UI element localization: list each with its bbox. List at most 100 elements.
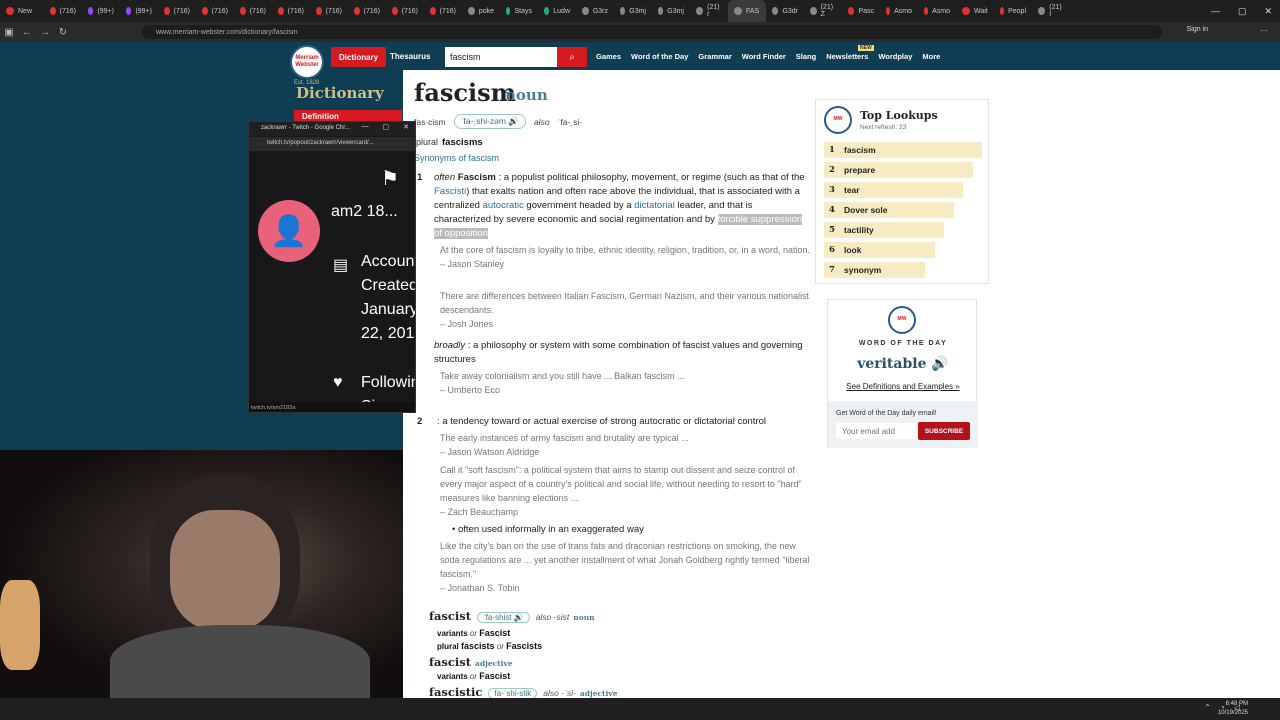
user-icon: 👤 — [270, 214, 308, 248]
browser-tab-label: (716) — [439, 7, 456, 15]
browser-tab[interactable]: Ludw — [538, 0, 576, 22]
browser-tab[interactable]: G3mj — [652, 0, 690, 22]
mw-logo[interactable]: Merriam Webster — [290, 45, 324, 79]
example-text: There are differences between Italian Fa… — [440, 291, 810, 315]
favicon-icon — [810, 7, 817, 15]
link-fascisti[interactable]: Fascisti — [434, 186, 466, 197]
search-button[interactable]: ⌕ — [557, 47, 587, 67]
extensions-icon[interactable]: ⋯ — [1260, 26, 1268, 35]
nav-slang[interactable]: Slang — [796, 52, 816, 61]
top-lookup-item[interactable]: 6 look — [824, 242, 935, 258]
browser-tab[interactable]: Asmo — [880, 0, 918, 22]
browser-tab-label: (21) r — [707, 4, 720, 18]
top-lookup-item[interactable]: 1 fascism — [824, 142, 982, 158]
browser-tab-label: (716) — [249, 7, 266, 15]
avatar[interactable]: 👤 — [258, 200, 320, 262]
url-field[interactable]: www.merriam-webster.com/dictionary/fasci… — [142, 25, 1162, 39]
link-dictatorial[interactable]: dictatorial — [634, 200, 675, 211]
search-input[interactable] — [445, 47, 557, 67]
close-icon[interactable]: ✕ — [1264, 6, 1272, 17]
browser-tab[interactable]: (716) — [386, 0, 424, 22]
minimize-icon[interactable]: — — [362, 123, 369, 131]
popout-url[interactable]: twitch.tv/popout/zackrawrr/viewercard/..… — [249, 137, 415, 151]
nav-dictionary[interactable]: Dictionary — [331, 47, 387, 67]
browser-tab[interactable]: G3dr — [766, 0, 804, 22]
browser-tab[interactable]: Asmo — [918, 0, 956, 22]
variants-row: variants or Fascist — [437, 628, 510, 638]
report-flag-icon[interactable]: ⚑ — [381, 166, 399, 191]
nav-games[interactable]: Games — [596, 52, 621, 61]
pronunciation-button[interactable]: ˈfa-shist 🔊 — [477, 612, 530, 623]
minimize-icon[interactable]: — — [1211, 6, 1220, 16]
tabs-menu-icon[interactable]: ▣ — [0, 27, 18, 38]
favicon-icon — [1038, 7, 1046, 15]
maximize-icon[interactable]: ▢ — [1238, 6, 1247, 17]
wotd-link[interactable]: See Definitions and Examples » — [828, 382, 978, 391]
pronunciation-button[interactable]: fa-ˈshi-stik — [488, 688, 538, 698]
browser-tab[interactable]: (716) — [44, 0, 82, 22]
browser-tab[interactable]: (21) Z — [804, 0, 842, 22]
top-lookup-item[interactable]: 7 synonym — [824, 262, 925, 278]
username[interactable]: am2 18... — [331, 200, 415, 224]
wotd-word[interactable]: veritable 🔊 — [828, 356, 978, 372]
browser-tab[interactable]: (21) r — [690, 0, 728, 22]
variants-row: variants or Fascist — [437, 671, 510, 681]
browser-tab[interactable]: Stays — [500, 0, 538, 22]
twitch-popout-window: zackrawrr - Twitch - Google Chr... — ▢ ✕… — [248, 121, 416, 413]
browser-tab[interactable]: (716) — [424, 0, 462, 22]
forward-icon[interactable]: → — [36, 27, 54, 38]
pronunciation-button[interactable]: ˈfa-ˌshi-zəm 🔊 — [453, 114, 526, 129]
top-lookup-item[interactable]: 3 tear — [824, 182, 963, 198]
or-label: or — [469, 672, 478, 681]
new-badge: NEW — [858, 45, 874, 51]
synonyms-link[interactable]: Synonyms of fascism — [414, 153, 499, 163]
sense-number: 2 — [417, 416, 423, 427]
browser-tab[interactable]: (716) — [348, 0, 386, 22]
browser-tab[interactable]: (716) — [234, 0, 272, 22]
top-lookup-item[interactable]: 4 Dover sole — [824, 202, 954, 218]
browser-tab[interactable]: (99+) — [82, 0, 120, 22]
browser-tab[interactable]: FAS — [728, 0, 766, 22]
close-icon[interactable]: ✕ — [403, 123, 409, 131]
taskbar: ⌃ ◔ ◁ 6:48 PM 10/19/2025 — [0, 698, 1280, 720]
subscribe-button[interactable]: SUBSCRIBE — [918, 422, 970, 440]
back-icon[interactable]: ← — [18, 27, 36, 38]
browser-tab[interactable]: New — [0, 0, 44, 22]
search-icon: ⌕ — [569, 51, 575, 63]
browser-tab[interactable]: (716) — [196, 0, 234, 22]
browser-tab[interactable]: Peopl — [994, 0, 1032, 22]
nav-more[interactable]: More — [922, 52, 940, 61]
browser-tab[interactable]: G3rz — [576, 0, 614, 22]
browser-tab[interactable]: G3mj — [614, 0, 652, 22]
link-autocratic[interactable]: autocratic — [483, 200, 524, 211]
speaker-icon[interactable]: 🔊 — [931, 356, 948, 372]
browser-tab[interactable]: (716) — [272, 0, 310, 22]
sign-in-button[interactable]: Sign in — [1187, 26, 1208, 33]
browser-tab[interactable]: poke — [462, 0, 500, 22]
webcam-shirt — [110, 625, 370, 698]
part-of-speech: adjective — [579, 689, 618, 698]
nav-newsletters[interactable]: Newsletters — [826, 52, 868, 61]
nav-wordplay[interactable]: Wordplay — [878, 52, 912, 61]
chevron-up-icon[interactable]: ⌃ — [1204, 703, 1211, 712]
top-lookup-item[interactable]: 2 prepare — [824, 162, 973, 178]
nav-grammar[interactable]: Grammar — [698, 52, 731, 61]
example-source: – Josh Jones — [440, 319, 494, 329]
top-lookup-item[interactable]: 5 tactility — [824, 222, 944, 238]
reload-icon[interactable]: ↻ — [54, 27, 72, 38]
browser-tab[interactable]: (716) — [310, 0, 348, 22]
window-controls: — ▢ ✕ — [1211, 0, 1272, 22]
browser-tab[interactable]: (99+) — [120, 0, 158, 22]
browser-tab[interactable]: Wait — [956, 0, 994, 22]
nav-word-of-the-day[interactable]: Word of the Day — [631, 52, 688, 61]
email-field[interactable] — [836, 423, 916, 439]
nav-thesaurus[interactable]: Thesaurus — [390, 52, 430, 61]
browser-tab[interactable]: Pasc — [842, 0, 880, 22]
nav-word-finder[interactable]: Word Finder — [742, 52, 786, 61]
maximize-icon[interactable]: ▢ — [383, 123, 390, 131]
browser-tab[interactable]: (21) I — [1032, 0, 1070, 22]
favicon-icon — [1000, 7, 1005, 15]
browser-tab[interactable]: (716) — [158, 0, 196, 22]
clock[interactable]: 6:48 PM 10/19/2025 — [1218, 700, 1248, 718]
browser-tab-label: G3mj — [667, 7, 684, 15]
